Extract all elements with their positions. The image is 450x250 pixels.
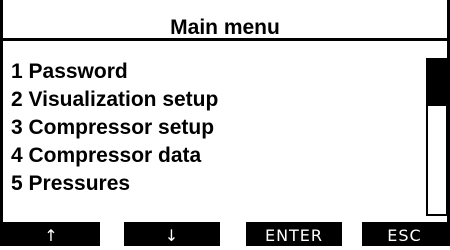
title-bar: Main menu	[3, 0, 447, 41]
lcd-screen: Main menu 1 Password 2 Visualization set…	[0, 0, 450, 246]
esc-button[interactable]: ESC	[362, 222, 447, 246]
menu-item-compressor-data[interactable]: 4 Compressor data	[11, 142, 218, 170]
scrollbar[interactable]	[426, 58, 448, 216]
menu-item-compressor-setup[interactable]: 3 Compressor setup	[11, 114, 218, 142]
page-title: Main menu	[170, 16, 280, 39]
down-arrow-button[interactable]: ↓	[124, 222, 220, 246]
menu-item-pressures[interactable]: 5 Pressures	[11, 170, 218, 198]
up-arrow-button[interactable]: ↑	[3, 222, 100, 246]
scrollbar-thumb[interactable]	[428, 60, 446, 107]
menu-item-password[interactable]: 1 Password	[11, 58, 218, 86]
menu-item-visualization-setup[interactable]: 2 Visualization setup	[11, 86, 218, 114]
main-menu-list: 1 Password 2 Visualization setup 3 Compr…	[11, 58, 218, 198]
enter-button[interactable]: ENTER	[246, 222, 342, 246]
